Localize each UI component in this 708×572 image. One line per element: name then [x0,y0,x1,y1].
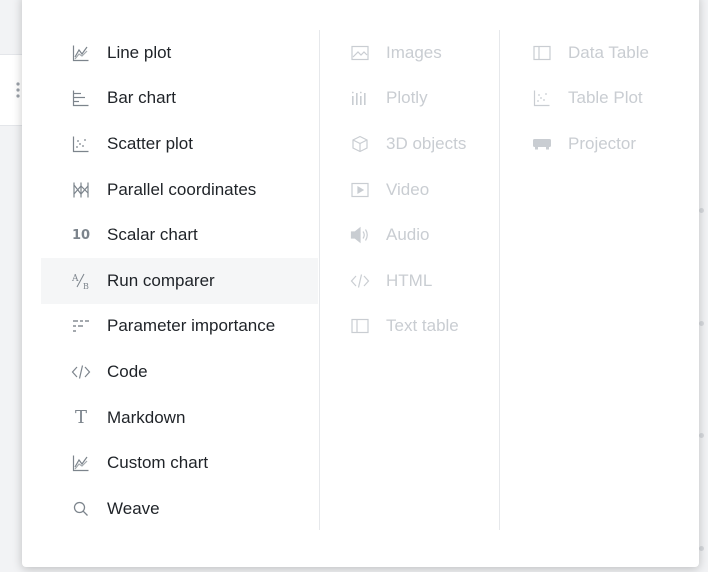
menu-item-parameter-importance[interactable]: Parameter importance [41,304,318,350]
menu-item-table-plot[interactable]: Table Plot [500,76,690,122]
menu-item-scatter-plot[interactable]: Scatter plot [41,121,318,167]
menu-item-plotly[interactable]: Plotly [320,76,500,122]
menu-item-text-table[interactable]: Text table [320,304,500,350]
add-panel-menu: Line plot Bar chart Scatter plot Paralle… [22,0,699,567]
menu-item-label: Parallel coordinates [107,179,257,199]
custom-chart-icon [71,453,91,473]
menu-item-run-comparer[interactable]: A B Run comparer [41,257,318,304]
background-dot [699,208,704,213]
menu-item-label: Audio [386,225,430,245]
menu-column-tables: Data Table Table Plot Projector [499,30,690,530]
image-icon [350,43,370,63]
drag-handle-icon [16,82,20,98]
menu-item-label: Code [107,361,148,381]
projector-icon [532,134,552,154]
menu-item-label: Scatter plot [107,133,193,153]
menu-item-label: Markdown [107,407,186,427]
menu-item-label: Weave [107,498,160,518]
menu-item-line-plot[interactable]: Line plot [41,30,318,76]
menu-item-label: Line plot [107,42,172,62]
menu-item-label: Plotly [386,88,428,108]
parameter-importance-icon [71,316,91,336]
menu-column-standard: Line plot Bar chart Scatter plot Paralle… [41,30,318,532]
background-dot [699,321,704,326]
search-icon [71,499,91,519]
line-plot-icon [71,43,91,63]
parallel-coordinates-icon [71,180,91,200]
cube-icon [350,134,370,154]
data-table-icon [532,43,552,63]
menu-item-projector[interactable]: Projector [500,121,690,167]
menu-item-video[interactable]: Video [320,167,500,213]
svg-text:B: B [83,282,89,290]
menu-item-label: Run comparer [107,270,215,290]
bar-chart-icon [71,88,91,108]
menu-item-html[interactable]: HTML [320,258,500,304]
run-comparer-icon: A B [71,271,91,291]
menu-item-label: Custom chart [107,453,209,473]
background-dot [699,433,704,438]
menu-item-parallel-coordinates[interactable]: Parallel coordinates [41,167,318,213]
menu-item-audio[interactable]: Audio [320,212,500,258]
menu-item-label: Table Plot [568,88,643,108]
menu-item-weave[interactable]: Weave [41,486,318,532]
menu-item-label: HTML [386,270,433,290]
text-table-icon [350,316,370,336]
menu-item-images[interactable]: Images [320,30,500,76]
menu-item-label: Data Table [568,42,649,62]
menu-item-markdown[interactable]: T Markdown [41,395,318,441]
menu-item-bar-chart[interactable]: Bar chart [41,76,318,122]
background-dot [699,546,704,551]
menu-item-label: Video [386,179,430,199]
menu-item-data-table[interactable]: Data Table [500,30,690,76]
menu-item-code[interactable]: Code [41,349,318,395]
menu-column-media: Images Plotly 3D objects Video Audio HTM… [319,30,500,530]
menu-item-label: Images [386,42,442,62]
plotly-icon [350,88,370,108]
menu-item-label: Parameter importance [107,316,276,336]
scatter-plot-icon [71,134,91,154]
menu-item-label: Text table [386,316,459,336]
menu-item-label: Projector [568,133,637,153]
audio-icon [350,225,370,245]
menu-item-label: Scalar chart [107,225,198,245]
html-icon [350,271,370,291]
scalar-chart-icon: 10 [71,227,91,243]
menu-item-3d-objects[interactable]: 3D objects [320,121,500,167]
menu-item-label: 3D objects [386,133,467,153]
menu-item-label: Bar chart [107,88,176,108]
markdown-icon: T [74,407,87,429]
svg-text:A: A [72,274,79,284]
code-icon [71,362,91,382]
table-plot-icon [532,88,552,108]
menu-item-scalar-chart[interactable]: 10 Scalar chart [41,212,318,258]
menu-item-custom-chart[interactable]: Custom chart [41,440,318,486]
video-icon [350,180,370,200]
